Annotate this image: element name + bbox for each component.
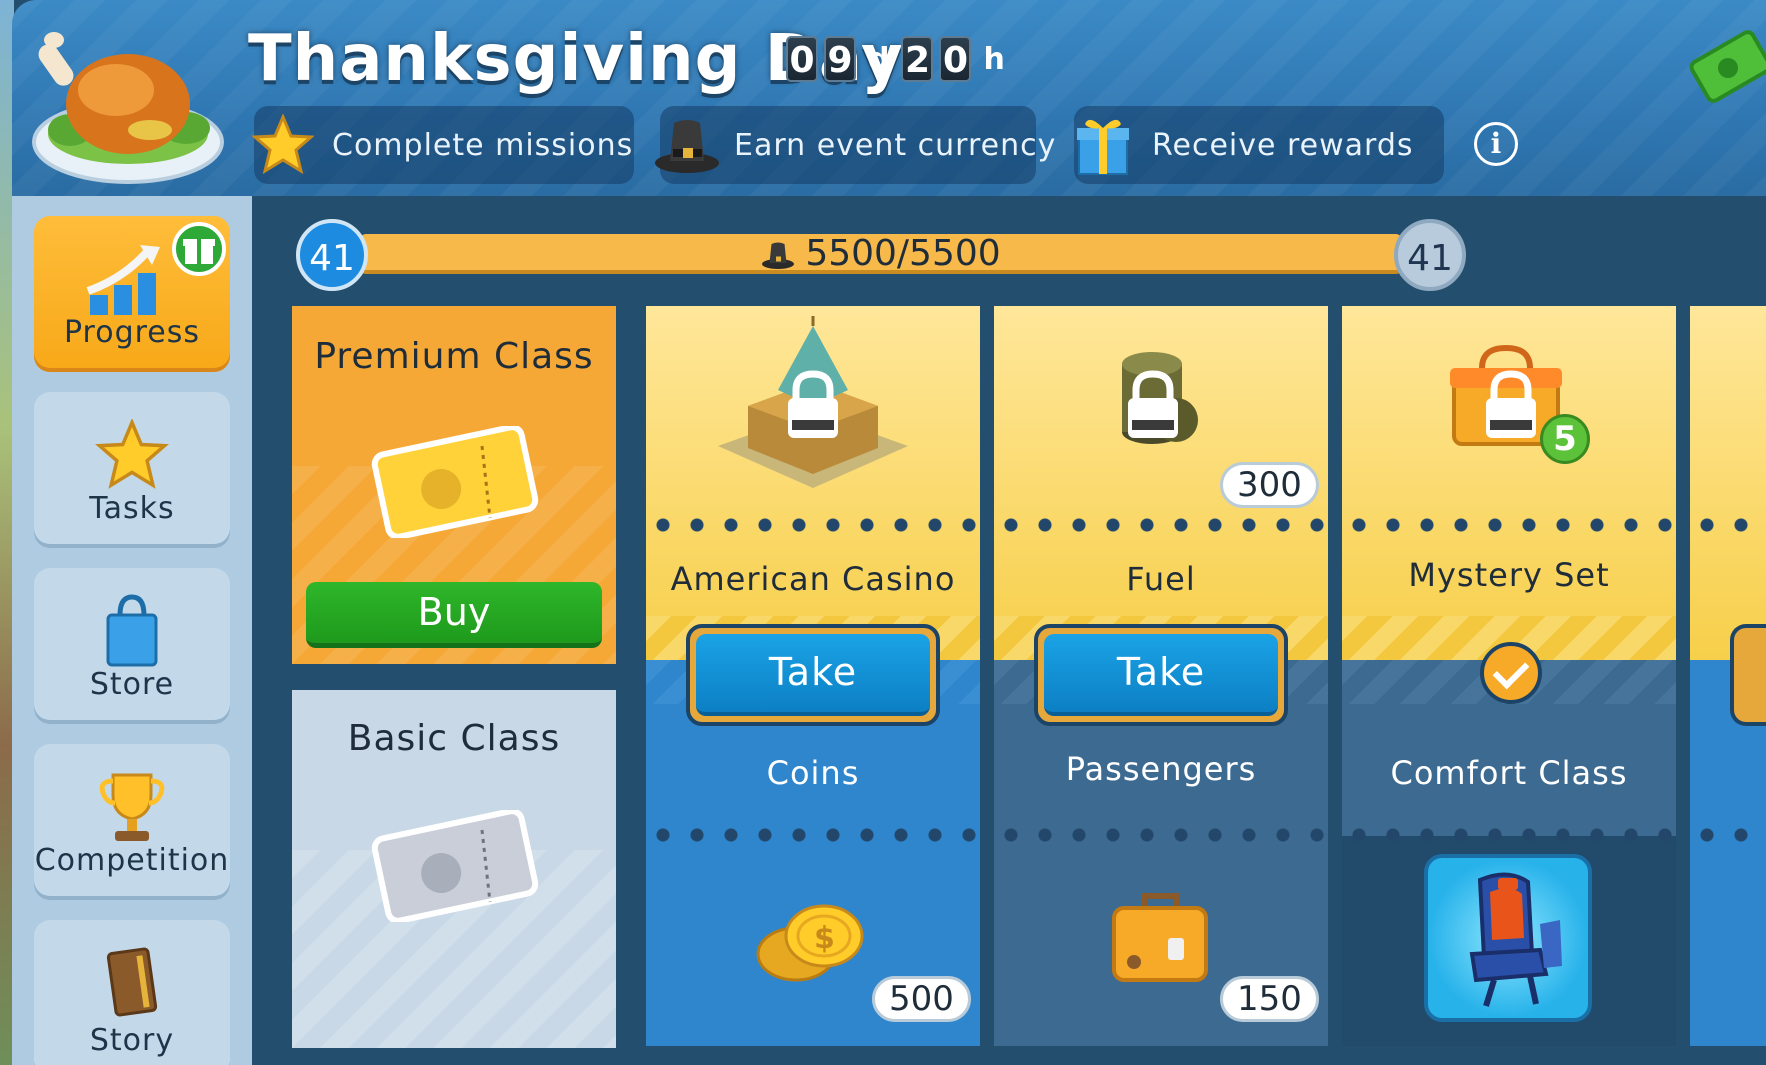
sidebar-item-label: Tasks	[89, 491, 175, 526]
basic-reward-name: Comfort Class	[1390, 754, 1628, 792]
mystery-set-count-badge: 5	[1540, 414, 1590, 464]
dotted-divider	[994, 518, 1328, 532]
dotted-divider	[994, 828, 1328, 842]
turkey-icon	[32, 32, 224, 184]
coins-icon: $	[756, 904, 864, 982]
premium-reward-cell: 300 Fuel	[994, 306, 1328, 660]
step-receive-rewards: Receive rewards	[1074, 106, 1444, 184]
star-icon	[34, 410, 230, 500]
claimed-checkmark-icon	[1480, 642, 1542, 704]
dotted-divider	[1342, 828, 1676, 842]
basic-class-title: Basic Class	[347, 718, 561, 759]
dotted-divider	[646, 518, 980, 532]
book-icon	[34, 938, 230, 1028]
sidebar-item-progress[interactable]: Progress	[34, 216, 230, 372]
premium-reward-name: Fuel	[1126, 560, 1196, 598]
info-button[interactable]: i	[1474, 122, 1518, 166]
timer-digit: 0	[786, 36, 818, 82]
take-button-label: Take	[1044, 634, 1278, 716]
sidebar-item-label: Store	[89, 667, 175, 702]
timer-digit: 9	[824, 36, 856, 82]
reward-quantity: 300	[1220, 462, 1319, 508]
current-level-badge: 41	[296, 219, 368, 291]
event-timer: 0 9 d 2 0 h	[786, 36, 1011, 82]
comfort-class-seat-icon	[1424, 854, 1592, 1022]
step-label: Receive rewards	[1152, 127, 1414, 163]
dotted-divider	[1690, 828, 1766, 842]
step-complete-missions: Complete missions	[252, 106, 634, 184]
step-label: Earn event currency	[734, 127, 1057, 163]
take-button[interactable]	[1730, 624, 1766, 726]
pilgrim-hat-icon	[654, 110, 720, 180]
reward-quantity: 150	[1220, 976, 1319, 1022]
dotted-divider	[646, 828, 980, 842]
timer-hours-unit: h	[983, 41, 1005, 77]
progress-points: 5500/5500	[805, 233, 1001, 274]
lock-icon	[788, 370, 838, 438]
star-icon	[248, 110, 318, 180]
suitcase-icon	[1112, 893, 1208, 982]
trophy-icon	[34, 762, 230, 852]
premium-reward-cell: American Casino	[646, 306, 980, 660]
sidebar-item-label: Competition	[34, 843, 230, 878]
premium-reward-name: Mystery Set	[1408, 556, 1610, 594]
basic-class-panel: Basic Class	[292, 690, 616, 1048]
dotted-divider	[1690, 518, 1766, 532]
cash-icon[interactable]	[1688, 28, 1766, 108]
premium-reward-name: American Casino	[670, 560, 956, 598]
take-button-label: Take	[696, 634, 930, 716]
lock-icon	[1486, 370, 1536, 438]
dotted-divider	[1342, 518, 1676, 532]
progress-text: 5500/5500	[360, 234, 1402, 274]
basic-reward-name: Coins	[766, 754, 860, 792]
silver-ticket-icon	[371, 810, 539, 922]
lock-icon	[1128, 370, 1178, 438]
basic-reward-name: Passengers	[1065, 750, 1257, 788]
buy-premium-button[interactable]: Buy	[306, 582, 602, 648]
sidebar-item-label: Progress	[63, 315, 201, 350]
timer-days-unit: d	[868, 41, 890, 77]
sidebar-item-label: Story	[89, 1023, 175, 1058]
take-button[interactable]: Take	[686, 624, 940, 726]
premium-class-panel: Premium Class Buy	[292, 306, 616, 664]
sidebar-item-story[interactable]: Story	[34, 920, 230, 1065]
sidebar-item-tasks[interactable]: Tasks	[34, 392, 230, 548]
gift-icon	[1068, 110, 1138, 180]
premium-reward-cell	[1690, 306, 1766, 660]
reward-column: 300 Fuel Passengers 150 Take	[994, 306, 1328, 1046]
gold-ticket-icon	[371, 426, 539, 538]
timer-digit: 2	[901, 36, 934, 82]
step-label: Complete missions	[332, 127, 634, 163]
sidebar-item-store[interactable]: Store	[34, 568, 230, 724]
timer-digit: 0	[939, 36, 972, 82]
event-progress-bar: 5500/5500	[360, 234, 1402, 274]
pilgrim-hat-icon	[762, 242, 795, 269]
shopping-bag-icon	[34, 586, 230, 676]
reward-column	[1690, 306, 1766, 1046]
step-earn-currency: Earn event currency	[655, 106, 1055, 184]
take-button[interactable]: Take	[1034, 624, 1288, 726]
event-screen: Thanksgiving Day 0 9 d 2 0 h Complete mi…	[0, 0, 1766, 1065]
reward-column: American Casino Coins $ 500 Take	[646, 306, 980, 1046]
svg-text:$: $	[814, 921, 835, 956]
premium-class-title: Premium Class	[314, 336, 594, 377]
sidebar-item-competition[interactable]: Competition	[34, 744, 230, 900]
reward-column: 5 Mystery Set Comfort Class	[1342, 306, 1676, 1046]
reward-quantity: 500	[872, 976, 971, 1022]
gift-badge-icon	[172, 222, 226, 276]
next-level-badge: 41	[1394, 219, 1466, 291]
premium-reward-cell: 5 Mystery Set	[1342, 306, 1676, 660]
sidebar: Progress Tasks Store Competition Story	[12, 196, 252, 1065]
